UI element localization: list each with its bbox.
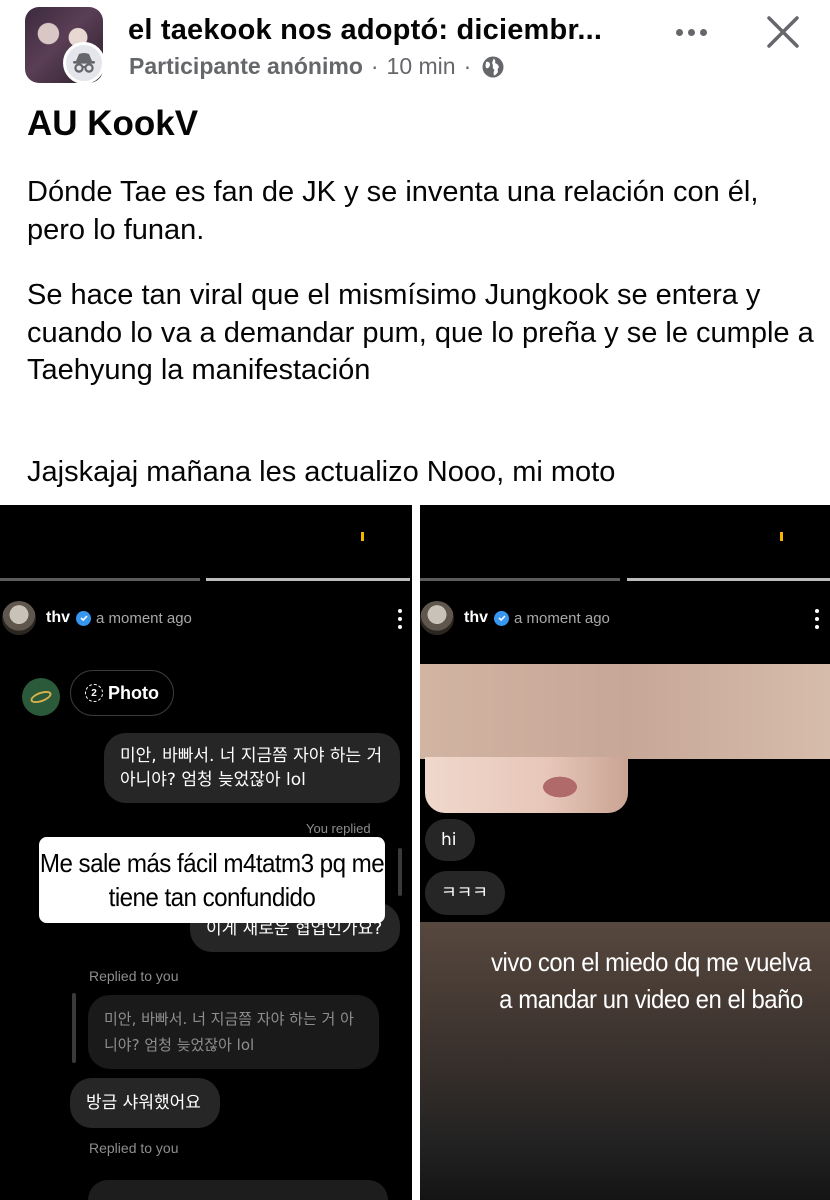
post-paragraph: Jajskajaj mañana les actualizo Nooo, mi … — [27, 456, 616, 488]
reply-indicator — [398, 848, 402, 896]
story-username[interactable]: thv — [464, 609, 488, 627]
story-user[interactable]: thv a moment ago — [2, 601, 192, 635]
more-dots-icon[interactable] — [670, 14, 712, 50]
story-text-overlay: vivo con el miedo dq me vuelva a mandar … — [491, 947, 811, 1014]
message-bubble[interactable]: 미안, 바빠서. 너 지금쯤 자야 하는 거 아니야? 엄청 늦었잖아 lol — [104, 733, 400, 803]
verified-icon — [76, 610, 91, 626]
story-time: a moment ago — [514, 609, 610, 627]
photo-label: Photo — [108, 682, 159, 703]
story-progress-segment — [627, 578, 830, 581]
post-meta: Participante anónimo · 10 min · — [129, 53, 505, 80]
globe-icon — [482, 56, 504, 77]
incognito-icon — [63, 42, 105, 84]
reply-indicator — [72, 993, 76, 1063]
view-once-photo[interactable]: 2 Photo — [70, 670, 174, 716]
you-replied-label: You replied — [306, 821, 371, 836]
author-name[interactable]: Participante anónimo — [129, 53, 363, 80]
message-bubble[interactable]: ㅋㅋㅋ — [425, 871, 505, 915]
group-name[interactable]: el taekook nos adoptó: diciembr... — [128, 14, 658, 47]
post-paragraph: Dónde Tae es fan de JK y se inventa una … — [27, 176, 759, 246]
status-bar-indicator — [361, 532, 364, 541]
close-icon[interactable] — [763, 12, 803, 52]
story-time: a moment ago — [96, 609, 192, 627]
quoted-message — [88, 1180, 388, 1200]
replied-to-you-label: Replied to you — [89, 968, 179, 984]
meta-separator: · — [463, 53, 472, 79]
post-paragraph: Se hace tan viral que el mismísimo Jungk… — [27, 279, 814, 386]
story-progress-segment — [206, 578, 410, 581]
post-title: AU KookV — [27, 104, 199, 143]
story-user[interactable]: thv a moment ago — [420, 601, 610, 635]
story-username[interactable]: thv — [46, 609, 70, 627]
avatar[interactable] — [420, 601, 454, 635]
message-bubble[interactable]: hi — [425, 819, 475, 861]
replied-to-you-label: Replied to you — [89, 1140, 179, 1156]
more-vertical-icon[interactable] — [814, 609, 819, 629]
more-vertical-icon[interactable] — [397, 609, 402, 629]
meta-separator: · — [370, 53, 379, 79]
post-header: el taekook nos adoptó: diciembr... Parti… — [0, 0, 830, 95]
avatar[interactable] — [22, 678, 60, 716]
message-bubble[interactable]: 방금 샤워했어요 — [70, 1078, 220, 1128]
avatar[interactable] — [2, 601, 36, 635]
status-bar-indicator — [780, 532, 783, 541]
story-progress-segment — [420, 578, 620, 581]
verified-icon — [494, 610, 509, 626]
view-once-icon: 2 — [85, 684, 103, 702]
story-progress-segment — [0, 578, 200, 581]
quoted-message: 미안, 바빠서. 너 지금쯤 자야 하는 거 아니야? 엄청 늦었잖아 lol — [88, 995, 379, 1069]
post-time[interactable]: 10 min — [387, 53, 456, 80]
cover-sticker — [420, 664, 830, 759]
photo-message[interactable] — [425, 757, 628, 813]
story-text-overlay: Me sale más fácil m4tatm3 pq me tiene ta… — [39, 837, 385, 923]
